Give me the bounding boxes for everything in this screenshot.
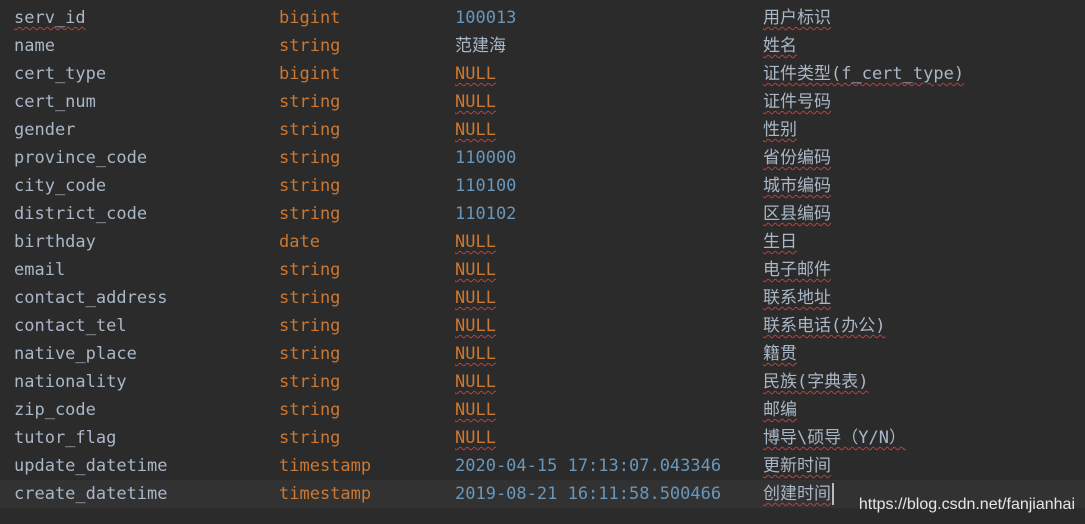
column-name: contact_tel	[14, 316, 127, 336]
column-comment: 创建时间	[763, 484, 831, 504]
column-type: string	[279, 36, 341, 56]
code-line[interactable]: zip_code string NULL 邮编	[0, 396, 1085, 424]
column-comment: 区县编码	[763, 204, 831, 224]
column-name: update_datetime	[14, 456, 168, 476]
text-caret	[832, 483, 834, 505]
column-name: contact_address	[14, 288, 168, 308]
column-value: 100013	[455, 8, 517, 28]
column-comment: 籍贯	[763, 344, 797, 364]
code-line[interactable]: tutor_flag string NULL 博导\硕导（Y/N）	[0, 424, 1085, 452]
code-line[interactable]: birthday date NULL 生日	[0, 228, 1085, 256]
column-name: name	[14, 36, 55, 56]
column-comment: 证件号码	[763, 92, 831, 112]
column-type: bigint	[279, 8, 341, 28]
column-value: NULL	[455, 92, 496, 112]
column-type: string	[279, 120, 341, 140]
column-name: cert_num	[14, 92, 96, 112]
code-line[interactable]: nationality string NULL 民族(字典表)	[0, 368, 1085, 396]
code-line[interactable]: district_code string 110102 区县编码	[0, 200, 1085, 228]
column-value: NULL	[455, 288, 496, 308]
column-comment: 更新时间	[763, 456, 831, 476]
column-value: 110100	[455, 176, 517, 196]
column-name: gender	[14, 120, 76, 140]
column-type: timestamp	[279, 484, 372, 504]
column-comment: 证件类型(f_cert_type)	[763, 64, 965, 84]
column-name: cert_type	[14, 64, 107, 84]
column-type: string	[279, 288, 341, 308]
column-comment: 用户标识	[763, 8, 831, 28]
column-value: NULL	[455, 372, 496, 392]
column-type: string	[279, 400, 341, 420]
column-name: district_code	[14, 204, 148, 224]
column-name: serv_id	[14, 8, 86, 28]
column-comment: 生日	[763, 232, 797, 252]
column-type: string	[279, 148, 341, 168]
column-name: zip_code	[14, 400, 96, 420]
watermark-text: https://blog.csdn.net/fanjianhai	[858, 496, 1075, 513]
code-line[interactable]: cert_num string NULL 证件号码	[0, 88, 1085, 116]
column-type: string	[279, 204, 341, 224]
column-value: 范建海	[455, 36, 506, 56]
code-line[interactable]: contact_tel string NULL 联系电话(办公)	[0, 312, 1085, 340]
column-comment: 省份编码	[763, 148, 831, 168]
column-value: 2019-08-21 16:11:58.500466	[455, 484, 722, 504]
column-value: 110000	[455, 148, 517, 168]
column-type: string	[279, 176, 341, 196]
column-value: NULL	[455, 260, 496, 280]
column-name: tutor_flag	[14, 428, 117, 448]
column-type: date	[279, 232, 320, 252]
column-type: string	[279, 428, 341, 448]
column-type: string	[279, 260, 341, 280]
code-line[interactable]: gender string NULL 性别	[0, 116, 1085, 144]
column-value: NULL	[455, 316, 496, 336]
column-name: city_code	[14, 176, 107, 196]
code-line[interactable]: province_code string 110000 省份编码	[0, 144, 1085, 172]
column-name: birthday	[14, 232, 96, 252]
column-value: NULL	[455, 344, 496, 364]
code-line[interactable]: email string NULL 电子邮件	[0, 256, 1085, 284]
column-name: nationality	[14, 372, 127, 392]
code-editor[interactable]: serv_id bigint 100013 用户标识 name string 范建海 姓名 ce…	[0, 0, 1085, 524]
column-value: NULL	[455, 64, 496, 84]
column-comment: 联系地址	[763, 288, 831, 308]
column-type: string	[279, 316, 341, 336]
code-line[interactable]: update_datetime timestamp 2020-04-15 17:13…	[0, 452, 1085, 480]
code-line[interactable]: native_place string NULL 籍贯	[0, 340, 1085, 368]
column-type: string	[279, 92, 341, 112]
column-comment: 电子邮件	[763, 260, 831, 280]
column-value: NULL	[455, 120, 496, 140]
code-line[interactable]: serv_id bigint 100013 用户标识	[0, 4, 1085, 32]
column-comment: 性别	[763, 120, 797, 140]
column-comment: 博导\硕导（Y/N）	[763, 428, 906, 448]
column-type: timestamp	[279, 456, 372, 476]
column-comment: 民族(字典表)	[763, 372, 869, 392]
code-line[interactable]: cert_type bigint NULL 证件类型(f_cert_type)	[0, 60, 1085, 88]
column-type: string	[279, 344, 341, 364]
column-comment: 姓名	[763, 36, 797, 56]
column-name: province_code	[14, 148, 148, 168]
column-name: create_datetime	[14, 484, 168, 504]
column-comment: 联系电话(办公)	[763, 316, 886, 336]
column-type: bigint	[279, 64, 341, 84]
column-value: NULL	[455, 428, 496, 448]
column-value: 110102	[455, 204, 517, 224]
column-type: string	[279, 372, 341, 392]
code-line[interactable]: city_code string 110100 城市编码	[0, 172, 1085, 200]
code-line[interactable]: contact_address string NULL 联系地址	[0, 284, 1085, 312]
code-line[interactable]: name string 范建海 姓名	[0, 32, 1085, 60]
column-comment: 邮编	[763, 400, 797, 420]
column-value: NULL	[455, 232, 496, 252]
column-name: native_place	[14, 344, 137, 364]
column-value: 2020-04-15 17:13:07.043346	[455, 456, 722, 476]
column-comment: 城市编码	[763, 176, 831, 196]
column-name: email	[14, 260, 66, 280]
column-value: NULL	[455, 400, 496, 420]
